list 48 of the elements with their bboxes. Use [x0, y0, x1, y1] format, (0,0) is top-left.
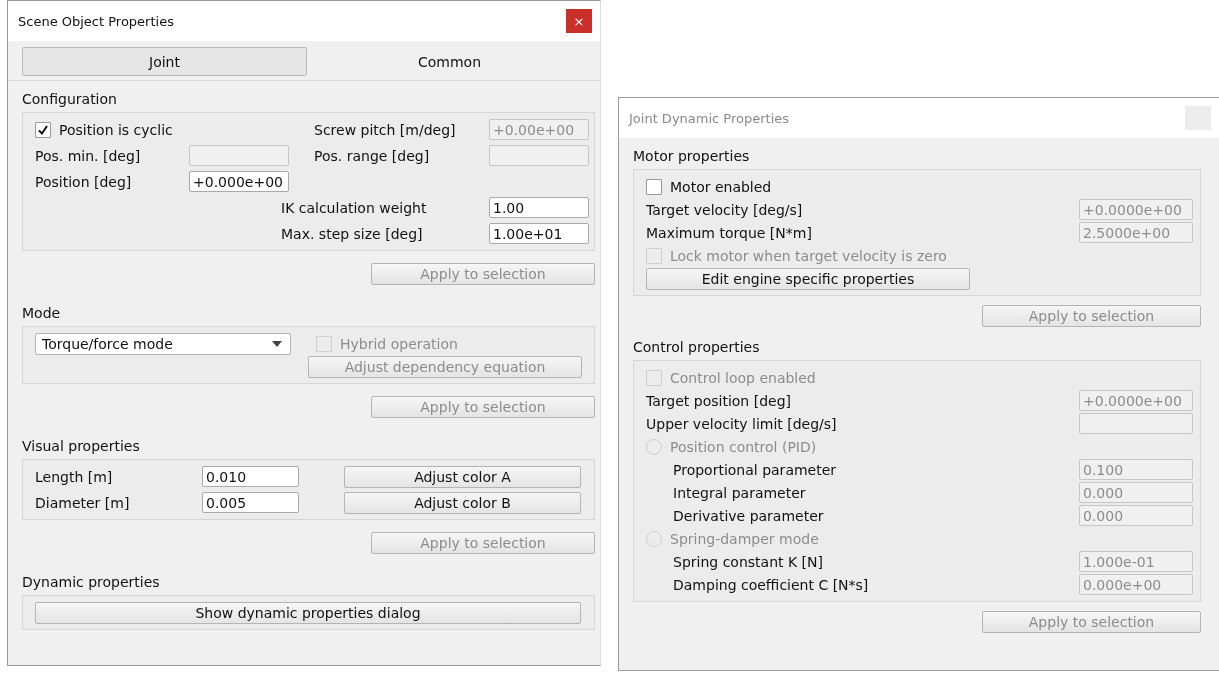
text-field[interactable]: 0.005 [202, 492, 299, 513]
field-label: Spring constant K [N] [673, 553, 823, 570]
field-label: Target velocity [deg/s] [646, 201, 803, 218]
field-label: Integral parameter [673, 484, 806, 501]
field-label: Screw pitch [m/deg] [314, 121, 456, 138]
section-heading: Configuration [22, 91, 118, 109]
field-label: Length [m] [35, 468, 113, 485]
mode-dropdown[interactable]: Torque/force mode [35, 332, 291, 355]
field-label: Position [deg] [35, 173, 132, 190]
caret-icon [272, 340, 282, 347]
checkbox[interactable] [646, 178, 662, 195]
checkbox[interactable] [35, 121, 51, 138]
text-field[interactable]: 1.00e+01 [489, 223, 589, 244]
option-label: Control loop enabled [670, 369, 816, 386]
option-label: Hybrid operation [340, 335, 458, 352]
field-label: Upper velocity limit [deg/s] [646, 415, 837, 432]
color-button[interactable]: Adjust color B [344, 491, 581, 514]
field-label: Proportional parameter [673, 461, 837, 478]
window-title: Joint Dynamic Properties [629, 110, 790, 126]
section-heading: Control properties [633, 339, 761, 357]
option-label: Spring-damper mode [670, 530, 819, 547]
window-title: Scene Object Properties [18, 13, 174, 29]
section-heading: Dynamic properties [22, 574, 161, 592]
section-heading: Motor properties [633, 148, 751, 166]
option-label: Position control (PID) [670, 438, 817, 455]
field-label: Target position [deg] [646, 392, 791, 409]
option-label: Lock motor when target velocity is zero [670, 247, 947, 264]
section-heading: Visual properties [22, 438, 141, 456]
text-field[interactable]: 0.010 [202, 466, 299, 487]
tab[interactable]: Joint [22, 47, 307, 76]
option-label: Position is cyclic [59, 121, 173, 138]
field-label: Pos. range [deg] [314, 147, 430, 164]
dialog-button[interactable]: Show dynamic properties dialog [35, 601, 581, 624]
text-field[interactable]: +0.000e+00 [189, 171, 289, 192]
text-field[interactable]: 1.00 [489, 197, 589, 218]
field-label: IK calculation weight [281, 199, 427, 216]
color-button[interactable]: Adjust color A [344, 465, 581, 488]
engine-button[interactable]: Edit engine specific properties [646, 267, 970, 290]
close-button[interactable]: × [566, 9, 592, 33]
field-label: Max. step size [deg] [281, 225, 423, 242]
field-label: Damping coefficient C [N*s] [673, 576, 869, 593]
field-label: Derivative parameter [673, 507, 824, 524]
field-label: Pos. min. [deg] [35, 147, 141, 164]
field-label: Maximum torque [N*m] [646, 224, 812, 241]
tab[interactable]: Common [307, 47, 592, 76]
option-label: Motor enabled [670, 178, 772, 195]
section-heading: Mode [22, 305, 62, 323]
field-label: Diameter [m] [35, 494, 130, 511]
